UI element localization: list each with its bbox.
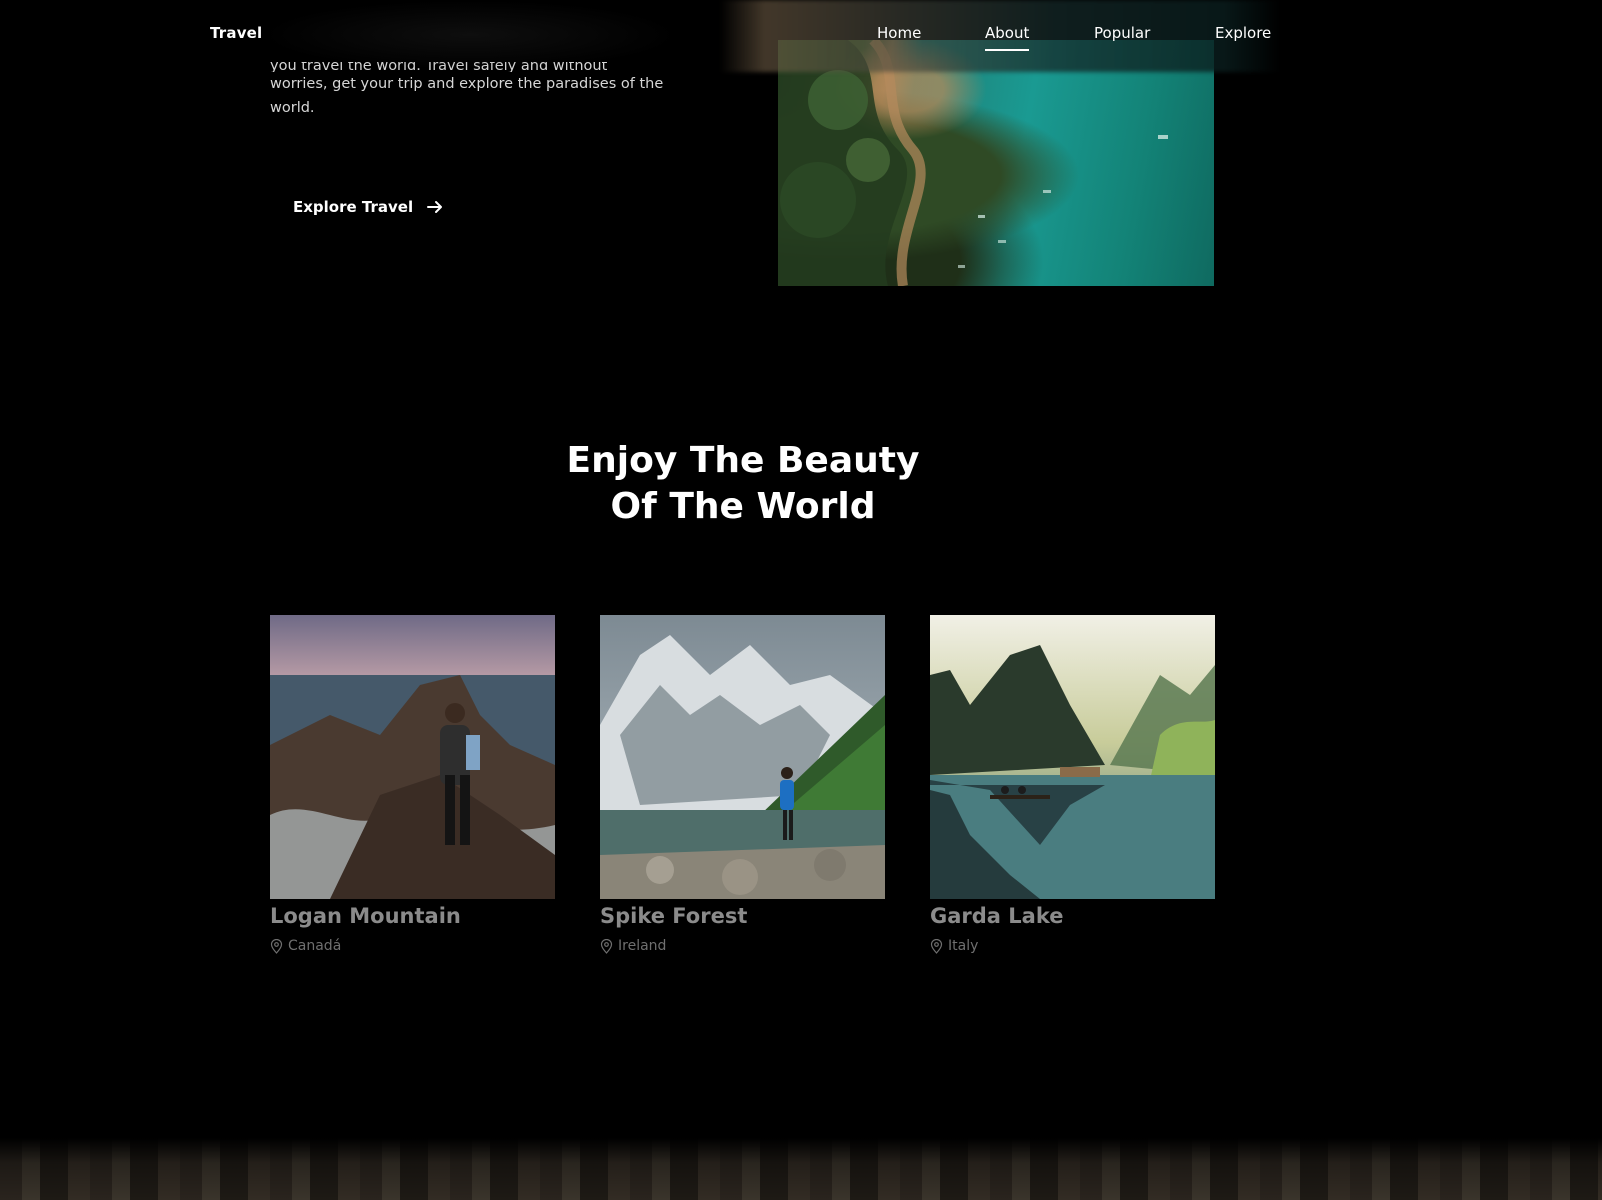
map-pin-icon [270, 938, 283, 954]
card-image-spike-forest [600, 615, 885, 899]
card-title: Spike Forest [600, 904, 748, 928]
explore-travel-label: Explore Travel [293, 198, 414, 216]
map-pin-icon [930, 938, 943, 954]
nav-explore[interactable]: Explore [1215, 24, 1271, 42]
card-location: Canadá [270, 938, 555, 954]
destination-card[interactable]: Spike Forest Ireland [600, 615, 885, 954]
card-image-garda-lake [930, 615, 1215, 899]
page: Travel Home About Popular Explore you tr… [0, 0, 1602, 1200]
nav-about[interactable]: About [985, 24, 1030, 51]
card-image-logan-mountain [270, 615, 555, 899]
destination-card[interactable]: Garda Lake Italy [930, 615, 1215, 954]
card-title: Logan Mountain [270, 904, 461, 928]
section-title: Enjoy The Beauty Of The World [0, 438, 1486, 530]
card-location: Italy [930, 938, 1215, 954]
hero-image-art [778, 40, 1168, 286]
card-location-text: Italy [948, 938, 979, 954]
explore-travel-button[interactable]: Explore Travel [293, 198, 443, 216]
arrow-right-icon [427, 201, 443, 213]
section-title-line1: Enjoy The Beauty [566, 440, 920, 481]
section-title-line2: Of The World [610, 486, 876, 527]
logo[interactable]: Travel [210, 24, 262, 42]
hero-text-rest: worries, get your trip and explore the p… [270, 76, 664, 116]
nav-popular[interactable]: Popular [1094, 24, 1150, 42]
card-location: Ireland [600, 938, 885, 954]
footer-background-image [0, 1138, 1602, 1200]
hero-image [778, 40, 1214, 286]
card-location-text: Ireland [618, 938, 667, 954]
destination-card[interactable]: Logan Mountain Canadá [270, 615, 555, 954]
card-title: Garda Lake [930, 904, 1064, 928]
map-pin-icon [600, 938, 613, 954]
card-location-text: Canadá [288, 938, 342, 954]
header: Travel Home About Popular Explore [0, 0, 1602, 72]
header-shadow [260, 0, 680, 70]
nav-home[interactable]: Home [877, 24, 921, 42]
